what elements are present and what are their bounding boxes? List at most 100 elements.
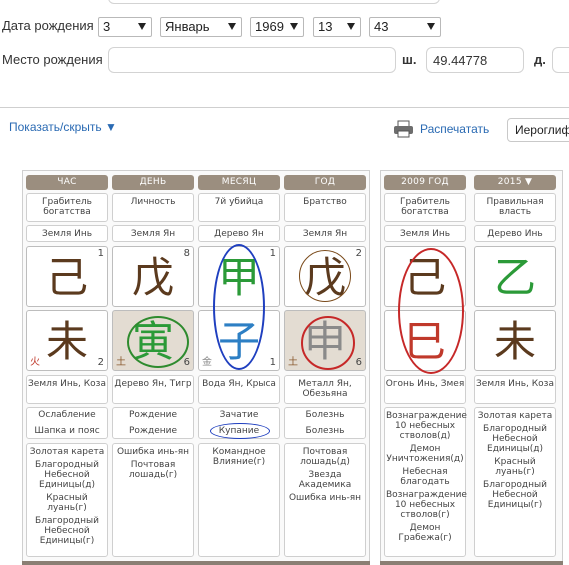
branch-number: 6 (183, 357, 190, 368)
stage1-text: Зачатие (219, 410, 259, 420)
branch-number: 1 (269, 357, 276, 368)
pob-input[interactable] (108, 47, 396, 73)
column-header: ГОД (284, 175, 366, 190)
dropdown-arrow-icon (228, 23, 236, 30)
branch-desc-cell: Дерево Ян, Тигр (112, 375, 194, 404)
stem-glyph: 己 (45, 253, 88, 302)
stem-number: 1 (97, 248, 104, 259)
branch-desc-cell: Огонь Инь, Змея (384, 375, 466, 404)
annotation-oval-blue (210, 423, 270, 439)
longitude-input[interactable] (552, 47, 569, 73)
minute-value: 43 (374, 19, 389, 34)
symbol-star: Демон Уничтожения(д) (386, 444, 464, 464)
heavenly-stem-cell: 戊8 (112, 246, 194, 307)
branch-desc-cell: Металл Ян, Обезьяна (284, 375, 366, 404)
month-value: Январь (165, 19, 210, 34)
symbol-star: Красный луань(г) (46, 493, 88, 513)
hieroglyph-select[interactable]: Иероглиф (507, 118, 569, 142)
stem-number: 1 (269, 248, 276, 259)
day-select[interactable]: 3 (98, 17, 152, 37)
annotation-circle-red (398, 248, 464, 374)
stem-number: 2 (355, 248, 362, 259)
divider (0, 107, 569, 108)
symbol-star: Золотая карета (29, 447, 105, 457)
column-header: 2009 ГОД (384, 175, 466, 190)
branch-desc-cell: Вода Ян, Крыса (198, 375, 280, 404)
year-select[interactable]: 1969 (250, 17, 304, 37)
lon-label: д. (534, 52, 546, 67)
symbol-star: Небесная благодать (400, 467, 450, 487)
dropdown-arrow-icon (347, 23, 355, 30)
ten-god-cell: Правильная власть (474, 193, 556, 222)
minute-select[interactable]: 43 (369, 17, 441, 37)
day-value: 3 (103, 19, 111, 34)
stage1-text: Ослабление (38, 410, 96, 420)
branch-desc-cell: Земля Инь, Коза (474, 375, 556, 404)
annotation-circle-brown (299, 250, 351, 302)
symbol-star: Ошибка инь-ян (116, 447, 190, 457)
element-mark: 金 (202, 357, 212, 368)
dropdown-arrow-icon (138, 23, 146, 30)
column-header[interactable]: 2015 ▼ (474, 175, 556, 190)
stem-glyph: 戊 (131, 253, 174, 302)
toggle-link[interactable]: Показать/скрыть ▼ (9, 120, 117, 134)
stem-element-cell: Земля Инь (384, 225, 466, 242)
earthly-branch-cell: 未2火 (26, 310, 108, 371)
earthly-branch-cell: 未 (474, 310, 556, 371)
column-header: ЧАС (26, 175, 108, 190)
ten-god-cell: Грабитель богатства (26, 193, 108, 222)
latitude-input[interactable]: 49.44778 (426, 47, 524, 73)
hour-value: 13 (318, 19, 333, 34)
symbol-star: Благородный Небесной Единицы(г) (35, 516, 99, 546)
symbol-star: Благородный Небесной Единицы(г) (483, 480, 547, 510)
ten-god-cell: Братство (284, 193, 366, 222)
ten-god-cell: 7й убийца (198, 193, 280, 222)
hour-select[interactable]: 13 (313, 17, 361, 37)
ten-god-cell: Грабитель богатства (384, 193, 466, 222)
stem-element-cell: Дерево Инь (474, 225, 556, 242)
stem-element-cell: Земля Инь (26, 225, 108, 242)
column-header: МЕСЯЦ (198, 175, 280, 190)
dob-label: Дата рождения (2, 18, 94, 33)
stem-number: 8 (183, 248, 190, 259)
month-select[interactable]: Январь (160, 17, 242, 37)
annotation-circle-blue (213, 244, 265, 370)
stem-element-cell: Дерево Ян (198, 225, 280, 242)
symbol-star: Ошибка инь-ян (288, 493, 362, 503)
symbol-star: Благородный Небесной Единицы(д) (35, 460, 99, 490)
annotation-circle-red (301, 316, 355, 370)
symbol-star: Командное Влияние(г) (212, 447, 266, 467)
heavenly-stem-cell: 己1 (26, 246, 108, 307)
symbol-star: Красный луань(г) (494, 457, 536, 477)
stem-element-cell: Земля Ян (112, 225, 194, 242)
stage2-text: Болезнь (305, 426, 345, 436)
symbol-star: Золотая карета (477, 411, 553, 421)
dropdown-arrow-icon (290, 23, 298, 30)
symbol-star: Почтовая лошадь(д) (300, 447, 350, 467)
element-mark: 土 (116, 357, 126, 368)
branch-glyph: 未 (493, 317, 536, 366)
dropdown-arrow-icon (427, 23, 435, 30)
year-value: 1969 (255, 19, 284, 34)
stage1-text: Болезнь (305, 410, 345, 420)
print-label: Распечатать (420, 122, 490, 136)
symbol-star: Благородный Небесной Единицы(д) (483, 424, 547, 454)
stage2-text: Шапка и пояс (34, 426, 100, 436)
top-input-field[interactable] (108, 0, 440, 4)
symbol-star: Звезда Академика (298, 470, 352, 490)
branch-number: 6 (355, 357, 362, 368)
bottom-bar (22, 561, 370, 565)
lat-label: ш. (402, 52, 417, 67)
annotation-circle-green (127, 316, 189, 368)
element-mark: 土 (288, 357, 298, 368)
ten-god-cell: Личность (112, 193, 194, 222)
pob-label: Место рождения (2, 52, 103, 67)
symbol-star: Вознаграждение 10 небесных стволов(д) (386, 411, 467, 441)
stem-glyph: 乙 (493, 253, 536, 302)
element-mark: 火 (30, 357, 40, 368)
column-header: ДЕНЬ (112, 175, 194, 190)
symbol-star: Демон Грабежа(г) (398, 523, 452, 543)
printer-icon (393, 120, 414, 138)
stem-element-cell: Земля Ян (284, 225, 366, 242)
bottom-bar (380, 561, 563, 565)
